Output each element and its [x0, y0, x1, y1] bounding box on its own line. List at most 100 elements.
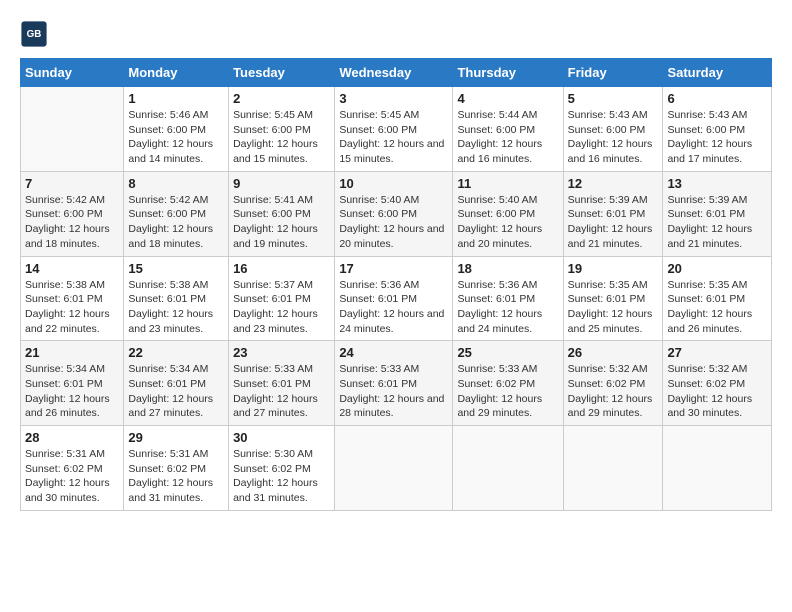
calendar-week-1: 1 Sunrise: 5:46 AMSunset: 6:00 PMDayligh…	[21, 87, 772, 172]
day-info: Sunrise: 5:34 AMSunset: 6:01 PMDaylight:…	[25, 362, 119, 421]
day-info: Sunrise: 5:32 AMSunset: 6:02 PMDaylight:…	[568, 362, 659, 421]
day-info: Sunrise: 5:34 AMSunset: 6:01 PMDaylight:…	[128, 362, 224, 421]
day-info: Sunrise: 5:36 AMSunset: 6:01 PMDaylight:…	[457, 278, 558, 337]
day-info: Sunrise: 5:42 AMSunset: 6:00 PMDaylight:…	[25, 193, 119, 252]
calendar-cell	[21, 87, 124, 172]
calendar-cell: 9 Sunrise: 5:41 AMSunset: 6:00 PMDayligh…	[229, 171, 335, 256]
calendar-cell: 12 Sunrise: 5:39 AMSunset: 6:01 PMDaylig…	[563, 171, 663, 256]
day-number: 10	[339, 176, 448, 191]
day-number: 11	[457, 176, 558, 191]
day-header-sunday: Sunday	[21, 59, 124, 87]
day-number: 6	[667, 91, 767, 106]
calendar-cell: 22 Sunrise: 5:34 AMSunset: 6:01 PMDaylig…	[124, 341, 229, 426]
day-info: Sunrise: 5:30 AMSunset: 6:02 PMDaylight:…	[233, 447, 330, 506]
day-number: 24	[339, 345, 448, 360]
calendar-cell: 8 Sunrise: 5:42 AMSunset: 6:00 PMDayligh…	[124, 171, 229, 256]
day-info: Sunrise: 5:31 AMSunset: 6:02 PMDaylight:…	[128, 447, 224, 506]
day-info: Sunrise: 5:40 AMSunset: 6:00 PMDaylight:…	[339, 193, 448, 252]
day-number: 18	[457, 261, 558, 276]
calendar-cell: 11 Sunrise: 5:40 AMSunset: 6:00 PMDaylig…	[453, 171, 563, 256]
day-info: Sunrise: 5:31 AMSunset: 6:02 PMDaylight:…	[25, 447, 119, 506]
calendar-cell: 18 Sunrise: 5:36 AMSunset: 6:01 PMDaylig…	[453, 256, 563, 341]
day-info: Sunrise: 5:42 AMSunset: 6:00 PMDaylight:…	[128, 193, 224, 252]
day-info: Sunrise: 5:43 AMSunset: 6:00 PMDaylight:…	[667, 108, 767, 167]
logo: GB	[20, 20, 52, 48]
calendar-cell: 21 Sunrise: 5:34 AMSunset: 6:01 PMDaylig…	[21, 341, 124, 426]
calendar-cell: 17 Sunrise: 5:36 AMSunset: 6:01 PMDaylig…	[335, 256, 453, 341]
logo-icon: GB	[20, 20, 48, 48]
day-number: 29	[128, 430, 224, 445]
day-header-monday: Monday	[124, 59, 229, 87]
calendar-cell: 25 Sunrise: 5:33 AMSunset: 6:02 PMDaylig…	[453, 341, 563, 426]
day-number: 16	[233, 261, 330, 276]
calendar-cell	[453, 426, 563, 511]
calendar-body: 1 Sunrise: 5:46 AMSunset: 6:00 PMDayligh…	[21, 87, 772, 511]
calendar-header-row: SundayMondayTuesdayWednesdayThursdayFrid…	[21, 59, 772, 87]
day-info: Sunrise: 5:45 AMSunset: 6:00 PMDaylight:…	[233, 108, 330, 167]
day-number: 28	[25, 430, 119, 445]
calendar-cell: 16 Sunrise: 5:37 AMSunset: 6:01 PMDaylig…	[229, 256, 335, 341]
calendar-cell: 3 Sunrise: 5:45 AMSunset: 6:00 PMDayligh…	[335, 87, 453, 172]
calendar-cell	[563, 426, 663, 511]
day-info: Sunrise: 5:43 AMSunset: 6:00 PMDaylight:…	[568, 108, 659, 167]
day-number: 2	[233, 91, 330, 106]
calendar-cell: 5 Sunrise: 5:43 AMSunset: 6:00 PMDayligh…	[563, 87, 663, 172]
calendar-cell: 1 Sunrise: 5:46 AMSunset: 6:00 PMDayligh…	[124, 87, 229, 172]
day-info: Sunrise: 5:33 AMSunset: 6:01 PMDaylight:…	[339, 362, 448, 421]
day-number: 26	[568, 345, 659, 360]
calendar-week-4: 21 Sunrise: 5:34 AMSunset: 6:01 PMDaylig…	[21, 341, 772, 426]
day-number: 20	[667, 261, 767, 276]
day-info: Sunrise: 5:32 AMSunset: 6:02 PMDaylight:…	[667, 362, 767, 421]
day-header-saturday: Saturday	[663, 59, 772, 87]
day-number: 23	[233, 345, 330, 360]
day-number: 13	[667, 176, 767, 191]
calendar-cell: 15 Sunrise: 5:38 AMSunset: 6:01 PMDaylig…	[124, 256, 229, 341]
calendar-cell: 27 Sunrise: 5:32 AMSunset: 6:02 PMDaylig…	[663, 341, 772, 426]
day-number: 1	[128, 91, 224, 106]
svg-text:GB: GB	[27, 29, 42, 40]
day-number: 27	[667, 345, 767, 360]
calendar-cell: 13 Sunrise: 5:39 AMSunset: 6:01 PMDaylig…	[663, 171, 772, 256]
day-info: Sunrise: 5:35 AMSunset: 6:01 PMDaylight:…	[568, 278, 659, 337]
calendar-week-3: 14 Sunrise: 5:38 AMSunset: 6:01 PMDaylig…	[21, 256, 772, 341]
calendar-cell: 6 Sunrise: 5:43 AMSunset: 6:00 PMDayligh…	[663, 87, 772, 172]
day-number: 15	[128, 261, 224, 276]
calendar-cell: 20 Sunrise: 5:35 AMSunset: 6:01 PMDaylig…	[663, 256, 772, 341]
calendar-cell	[335, 426, 453, 511]
day-number: 4	[457, 91, 558, 106]
day-info: Sunrise: 5:38 AMSunset: 6:01 PMDaylight:…	[25, 278, 119, 337]
calendar-cell: 23 Sunrise: 5:33 AMSunset: 6:01 PMDaylig…	[229, 341, 335, 426]
day-number: 3	[339, 91, 448, 106]
day-header-thursday: Thursday	[453, 59, 563, 87]
day-info: Sunrise: 5:39 AMSunset: 6:01 PMDaylight:…	[667, 193, 767, 252]
calendar-cell: 30 Sunrise: 5:30 AMSunset: 6:02 PMDaylig…	[229, 426, 335, 511]
day-number: 19	[568, 261, 659, 276]
day-header-friday: Friday	[563, 59, 663, 87]
calendar-cell: 28 Sunrise: 5:31 AMSunset: 6:02 PMDaylig…	[21, 426, 124, 511]
calendar-cell: 2 Sunrise: 5:45 AMSunset: 6:00 PMDayligh…	[229, 87, 335, 172]
day-info: Sunrise: 5:45 AMSunset: 6:00 PMDaylight:…	[339, 108, 448, 167]
day-number: 21	[25, 345, 119, 360]
calendar-cell: 10 Sunrise: 5:40 AMSunset: 6:00 PMDaylig…	[335, 171, 453, 256]
day-number: 30	[233, 430, 330, 445]
day-number: 12	[568, 176, 659, 191]
calendar-cell: 29 Sunrise: 5:31 AMSunset: 6:02 PMDaylig…	[124, 426, 229, 511]
day-header-wednesday: Wednesday	[335, 59, 453, 87]
day-info: Sunrise: 5:46 AMSunset: 6:00 PMDaylight:…	[128, 108, 224, 167]
calendar-cell: 26 Sunrise: 5:32 AMSunset: 6:02 PMDaylig…	[563, 341, 663, 426]
day-info: Sunrise: 5:44 AMSunset: 6:00 PMDaylight:…	[457, 108, 558, 167]
calendar-cell: 7 Sunrise: 5:42 AMSunset: 6:00 PMDayligh…	[21, 171, 124, 256]
day-info: Sunrise: 5:40 AMSunset: 6:00 PMDaylight:…	[457, 193, 558, 252]
day-info: Sunrise: 5:41 AMSunset: 6:00 PMDaylight:…	[233, 193, 330, 252]
day-number: 7	[25, 176, 119, 191]
day-header-tuesday: Tuesday	[229, 59, 335, 87]
day-number: 25	[457, 345, 558, 360]
calendar-cell: 14 Sunrise: 5:38 AMSunset: 6:01 PMDaylig…	[21, 256, 124, 341]
calendar-table: SundayMondayTuesdayWednesdayThursdayFrid…	[20, 58, 772, 511]
day-info: Sunrise: 5:35 AMSunset: 6:01 PMDaylight:…	[667, 278, 767, 337]
day-number: 17	[339, 261, 448, 276]
day-info: Sunrise: 5:37 AMSunset: 6:01 PMDaylight:…	[233, 278, 330, 337]
page-header: GB	[20, 20, 772, 48]
day-number: 22	[128, 345, 224, 360]
calendar-cell: 19 Sunrise: 5:35 AMSunset: 6:01 PMDaylig…	[563, 256, 663, 341]
